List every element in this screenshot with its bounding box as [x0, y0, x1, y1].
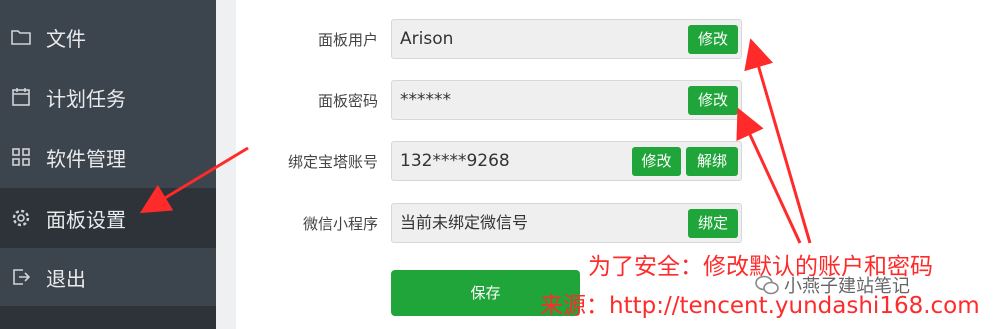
watermark-text: 小燕子建站笔记 — [784, 276, 910, 297]
arrow-to-edit-user — [744, 38, 812, 244]
arrow-to-sidebar — [139, 146, 249, 214]
wechat-logo-icon — [755, 275, 779, 295]
